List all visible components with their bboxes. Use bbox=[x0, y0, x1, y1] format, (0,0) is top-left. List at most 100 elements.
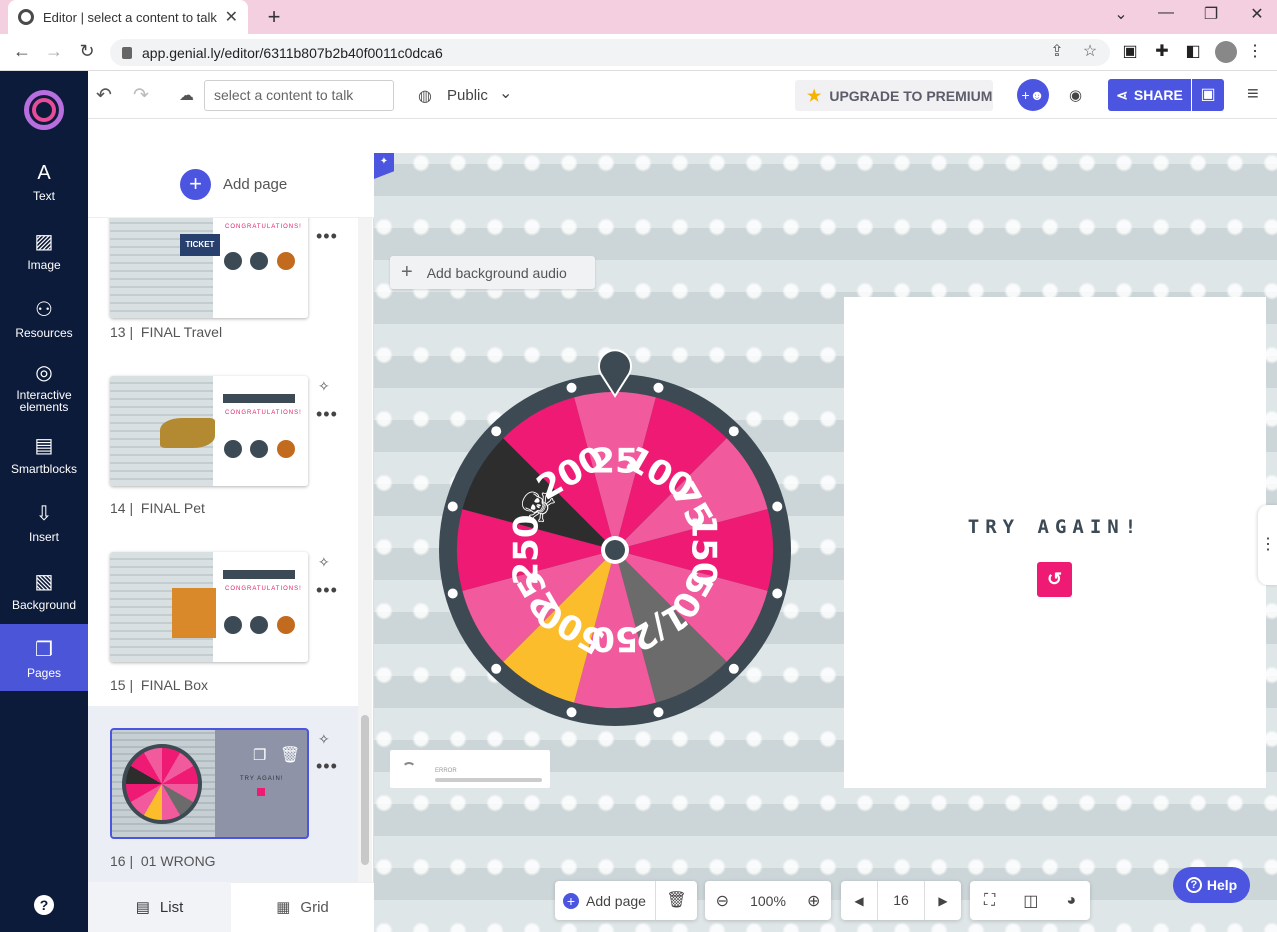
bookmark-star-icon[interactable]: ☆ bbox=[1079, 41, 1101, 63]
nav-interactive-elements[interactable]: ◎ Interactive elements bbox=[0, 361, 88, 413]
upgrade-premium-button[interactable]: ★ UPGRADE TO PREMIUM bbox=[795, 80, 993, 111]
thumb-prize-icon bbox=[277, 252, 295, 270]
tab-search-icon[interactable]: ⌄ bbox=[1106, 4, 1136, 24]
next-page-icon[interactable]: ▶ bbox=[925, 894, 961, 908]
nav-insert[interactable]: ⇩ Insert bbox=[0, 502, 88, 544]
wheel-peg bbox=[772, 588, 783, 599]
nav-resources-label: Resources bbox=[15, 326, 73, 340]
bottom-add-page-button[interactable]: + Add page bbox=[555, 892, 655, 909]
scrollbar-thumb[interactable] bbox=[361, 715, 369, 865]
nav-resources[interactable]: ⚇ Resources bbox=[0, 298, 88, 340]
new-tab-icon[interactable]: + bbox=[262, 4, 286, 30]
magic-wand-icon[interactable]: ✧ bbox=[318, 554, 330, 571]
prev-page-icon[interactable]: ◀ bbox=[841, 894, 877, 908]
close-tab-icon[interactable]: ✕ bbox=[225, 7, 238, 27]
genially-logo[interactable] bbox=[24, 90, 64, 130]
reload-icon[interactable]: ↻ bbox=[75, 41, 99, 62]
more-options-icon[interactable]: ••• bbox=[316, 580, 338, 601]
grid-label: Grid bbox=[300, 898, 329, 916]
chevron-down-icon[interactable]: ⌄ bbox=[499, 83, 512, 103]
thumb-prize-icon bbox=[250, 252, 268, 270]
help-button[interactable]: ? Help bbox=[1173, 867, 1250, 903]
retry-button[interactable]: ↺ bbox=[1037, 562, 1072, 597]
wheel-peg bbox=[728, 426, 739, 437]
page-label-14: 14 | FINAL Pet bbox=[110, 500, 205, 516]
thumb-prize-icon bbox=[277, 440, 295, 458]
nav-pages[interactable]: ❐ Pages bbox=[0, 624, 88, 691]
menu-icon[interactable]: ≡ bbox=[1247, 83, 1259, 106]
thumb-prize-icon bbox=[250, 616, 268, 634]
split-view-icon[interactable]: ◫ bbox=[1023, 891, 1038, 911]
wheel-peg bbox=[491, 426, 502, 437]
share-page-icon[interactable]: ⇪ bbox=[1046, 41, 1068, 63]
globe-icon: ◍ bbox=[418, 88, 432, 105]
palette-icon[interactable]: ◕ bbox=[1066, 892, 1076, 910]
list-view-tab[interactable]: ▤ List bbox=[88, 882, 231, 932]
close-window-icon[interactable]: ✕ bbox=[1242, 4, 1272, 24]
pages-icon: ❐ bbox=[35, 639, 53, 661]
preview-eye-icon[interactable]: ◉ bbox=[1069, 86, 1082, 104]
side-panel-handle[interactable]: ⋮ bbox=[1258, 505, 1277, 585]
maximize-icon[interactable]: ❐ bbox=[1196, 4, 1226, 24]
browser-tab[interactable]: Editor | select a content to talk ✕ bbox=[8, 0, 248, 34]
undo-icon[interactable]: ↶ bbox=[96, 84, 112, 107]
lock-icon bbox=[122, 46, 132, 59]
add-background-audio-button[interactable]: + Add background audio bbox=[390, 256, 595, 289]
zoom-level[interactable]: 100% bbox=[750, 893, 786, 909]
page-name: FINAL Box bbox=[140, 677, 209, 693]
minimize-icon[interactable]: — bbox=[1151, 4, 1181, 22]
trash-icon[interactable]: 🗑 bbox=[280, 745, 300, 765]
more-options-icon[interactable]: ••• bbox=[316, 226, 338, 247]
help-label: Help bbox=[1206, 877, 1238, 893]
loading-widget: ERROR bbox=[390, 750, 550, 788]
wheel-peg bbox=[728, 663, 739, 674]
page-nav-group: ◀ 16 ▶ bbox=[841, 881, 961, 920]
nav-smartblocks[interactable]: ▤ Smartblocks bbox=[0, 434, 88, 476]
share-button[interactable]: ⋖ SHARE bbox=[1108, 79, 1191, 111]
thumb-prize-icon bbox=[250, 440, 268, 458]
page-thumbnail-15[interactable]: CONGRATULATIONS! bbox=[110, 552, 308, 662]
thumb-prize-icon bbox=[224, 440, 242, 458]
present-icon[interactable]: ▣ bbox=[1192, 79, 1224, 111]
wheel-peg bbox=[653, 707, 664, 718]
grid-view-tab[interactable]: ▦ Grid bbox=[231, 882, 374, 932]
back-icon[interactable]: ← bbox=[10, 41, 34, 62]
thumb-card bbox=[213, 376, 308, 486]
page-thumbnail-14[interactable]: CONGRATULATIONS! bbox=[110, 376, 308, 486]
prize-wheel[interactable]: 2510075150501/25050025250☠200 bbox=[434, 348, 796, 730]
fit-screen-icon[interactable]: ⛶ bbox=[984, 892, 995, 910]
thumb-congrats-text: CONGRATULATIONS! bbox=[225, 224, 302, 230]
page-thumbnail-16[interactable]: TRY AGAIN! ❐ 🗑 bbox=[110, 728, 309, 839]
extension-qr-icon[interactable]: ▣ bbox=[1119, 41, 1141, 63]
more-options-icon[interactable]: ••• bbox=[316, 756, 338, 777]
more-options-icon[interactable]: ••• bbox=[316, 404, 338, 425]
page-thumbnail-13[interactable]: CONGRATULATIONS! TICKET bbox=[110, 218, 308, 318]
thumb-back-button bbox=[257, 788, 265, 796]
page-num: 13 bbox=[110, 324, 126, 340]
url-bar[interactable]: app.genial.ly/editor/6311b807b2b40f0011c… bbox=[110, 39, 1110, 66]
forward-icon[interactable]: → bbox=[42, 41, 66, 62]
zoom-out-icon[interactable]: ⊖ bbox=[716, 891, 729, 911]
pages-scrollbar[interactable] bbox=[358, 218, 372, 882]
delete-page-icon[interactable]: 🗑 bbox=[655, 881, 697, 920]
help-icon[interactable]: ? bbox=[34, 895, 54, 915]
add-page-button[interactable]: + Add page bbox=[180, 169, 287, 200]
result-card[interactable] bbox=[844, 297, 1266, 788]
current-page-number[interactable]: 16 bbox=[877, 881, 925, 920]
nav-image[interactable]: ▨ Image bbox=[0, 230, 88, 272]
duplicate-icon[interactable]: ❐ bbox=[253, 746, 266, 764]
profile-avatar[interactable] bbox=[1215, 41, 1237, 63]
zoom-in-icon[interactable]: ⊕ bbox=[807, 891, 820, 911]
sidepanel-icon[interactable]: ◧ bbox=[1182, 41, 1204, 63]
add-collaborator-icon[interactable]: +☻ bbox=[1017, 79, 1049, 111]
nav-text[interactable]: A Text bbox=[0, 161, 88, 203]
title-input[interactable]: select a content to talk bbox=[204, 80, 394, 111]
extensions-puzzle-icon[interactable]: ✚ bbox=[1151, 41, 1173, 63]
magic-wand-icon[interactable]: ✧ bbox=[318, 378, 330, 395]
magic-wand-icon[interactable]: ✧ bbox=[318, 731, 330, 748]
redo-icon[interactable]: ↷ bbox=[133, 84, 149, 107]
browser-menu-icon[interactable]: ⋮ bbox=[1244, 41, 1266, 63]
nav-background[interactable]: ▧ Background bbox=[0, 570, 88, 612]
wheel-peg bbox=[566, 707, 577, 718]
visibility-dropdown[interactable]: Public bbox=[447, 87, 488, 104]
